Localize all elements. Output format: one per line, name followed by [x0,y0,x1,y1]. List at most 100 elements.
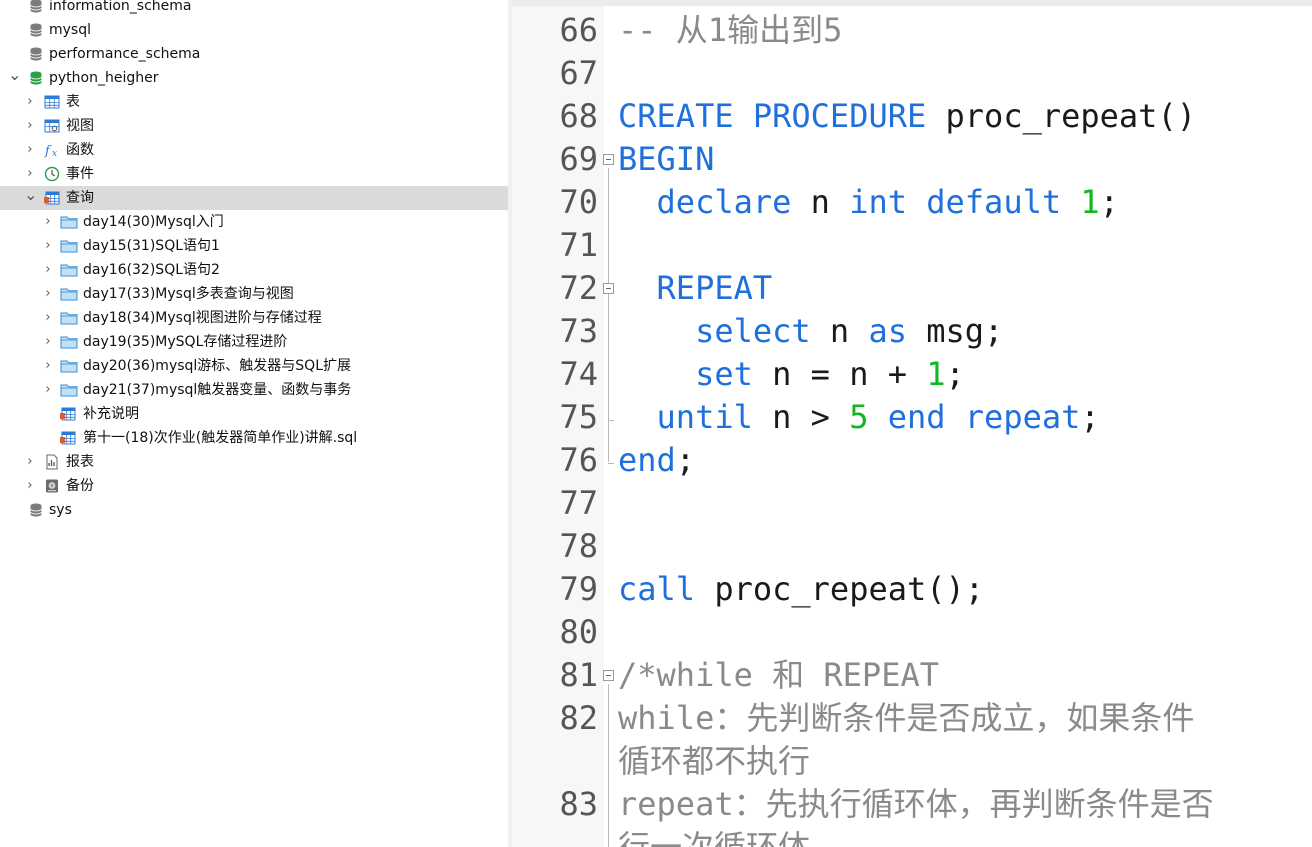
code-line[interactable]: REPEAT [618,267,773,310]
code-line[interactable]: 循环都不执行 [618,740,810,783]
line-number: 67 [559,54,598,92]
tree-item[interactable]: › day17(33)Mysql多表查询与视图 [0,282,508,306]
chevron-right-icon[interactable]: › [42,306,54,330]
sql-keyword: until [656,398,753,436]
chevron-right-icon[interactable]: › [42,330,54,354]
line-number: 66 [559,11,598,49]
chevron-right-icon[interactable]: › [42,378,54,402]
tree-item[interactable]: 第十一(18)次作业(触发器简单作业)讲解.sql [0,426,508,450]
navigator-tree[interactable]: information_schema mysql performance_schem… [0,0,508,847]
code-line[interactable]: /*while 和 REPEAT [618,654,939,697]
chevron-right-icon[interactable]: › [42,282,54,306]
chevron-right-icon[interactable]: › [42,210,54,234]
tree-item[interactable]: sys [0,498,508,522]
code-line[interactable]: declare n int default 1; [618,181,1119,224]
line-number: 71 [559,226,598,264]
tree-item[interactable]: › day15(31)SQL语句1 [0,234,508,258]
number-literal: 1 [1080,183,1100,221]
tree-item-label: day18(34)Mysql视图进阶与存储过程 [83,310,322,326]
code-line[interactable]: -- 从1输出到5 [618,9,842,52]
code-line[interactable]: 行一次循环体 [618,826,810,847]
folder-icon [60,214,78,230]
tree-item[interactable]: › 表 [0,90,508,114]
chevron-right-icon[interactable]: › [24,450,36,474]
tree-item[interactable]: mysql [0,18,508,42]
code-line[interactable]: BEGIN [618,138,714,181]
query-file-icon [60,406,76,422]
code-line[interactable]: select n as msg; [618,310,1003,353]
tree-item-label: day16(32)SQL语句2 [83,262,220,278]
report-icon [44,454,60,470]
tree-item[interactable]: ⌄ 查询 [0,186,508,210]
tree-item-label: day17(33)Mysql多表查询与视图 [83,286,294,302]
tree-item[interactable]: › day21(37)mysql触发器变量、函数与事务 [0,378,508,402]
tree-item-label: python_heigher [49,70,159,86]
chevron-right-icon[interactable]: › [24,138,36,162]
tree-item[interactable]: › 事件 [0,162,508,186]
tree-item-label: performance_schema [49,46,201,62]
number-literal: 1 [926,355,946,393]
chevron-right-icon[interactable]: › [24,162,36,186]
line-number: 77 [559,484,598,522]
line-number: 68 [559,97,598,135]
chevron-right-icon[interactable]: › [24,114,36,138]
code-token: proc_repeat() [926,97,1196,135]
tree-item-label: 备份 [66,478,94,494]
chevron-right-icon[interactable]: › [24,90,36,114]
sql-editor[interactable]: 66 -- 从1输出到5 67 68 CREATE PROCEDURE proc_rep… [512,0,1312,847]
tree-item[interactable]: › day20(36)mysql游标、触发器与SQL扩展 [0,354,508,378]
comment-text: repeat：先执行循环体，再判断条件是否 [618,785,1214,823]
tree-item-label: 表 [66,94,80,110]
fold-toggle-icon[interactable] [603,283,614,294]
code-line[interactable]: until n > 5 end repeat; [618,396,1100,439]
code-line[interactable]: while：先判断条件是否成立，如果条件 [618,697,1194,740]
code-line[interactable]: repeat：先执行循环体，再判断条件是否 [618,783,1214,826]
folder-icon [60,382,78,398]
line-number: 76 [559,441,598,479]
fold-toggle-icon[interactable] [603,670,614,681]
tree-item[interactable]: › f x 函数 [0,138,508,162]
sql-keyword: call [618,570,696,608]
line-number: 81 [559,656,598,694]
code-token: ; [945,355,965,393]
chevron-right-icon[interactable]: › [42,234,54,258]
sql-keyword: declare [656,183,792,221]
code-line[interactable]: CREATE PROCEDURE proc_repeat() [618,95,1196,138]
folder-icon [60,238,78,254]
tree-item-label: 第十一(18)次作业(触发器简单作业)讲解.sql [83,430,358,446]
line-number: 75 [559,398,598,436]
chevron-right-icon[interactable]: › [24,474,36,498]
tree-item[interactable]: › 备份 [0,474,508,498]
tree-item[interactable]: › 视图 [0,114,508,138]
tree-item[interactable]: › day19(35)MySQL存储过程进阶 [0,330,508,354]
tree-item[interactable]: › 报表 [0,450,508,474]
tree-item[interactable]: › day18(34)Mysql视图进阶与存储过程 [0,306,508,330]
tree-item[interactable]: ⌄ python_heigher [0,66,508,90]
code-line[interactable]: set n = n + 1; [618,353,965,396]
chevron-down-icon[interactable]: ⌄ [24,186,37,210]
tree-item[interactable]: information_schema [0,0,508,18]
code-token: n [810,312,869,350]
function-icon: fx [44,142,60,159]
backup-icon [44,478,60,494]
tree-item[interactable]: performance_schema [0,42,508,66]
chevron-right-icon[interactable]: › [42,258,54,282]
chevron-right-icon[interactable]: › [42,354,54,378]
tree-item[interactable]: › day16(32)SQL语句2 [0,258,508,282]
code-token: n [791,183,850,221]
code-line[interactable]: call proc_repeat(); [618,568,984,611]
fold-toggle-icon[interactable] [603,154,614,165]
tree-item[interactable]: 补充说明 [0,402,508,426]
database-icon [28,46,44,62]
code-line[interactable]: end; [618,439,695,482]
chevron-down-icon[interactable]: ⌄ [8,66,21,90]
tree-item[interactable]: › day14(30)Mysql入门 [0,210,508,234]
comment-text: -- 从1输出到5 [618,11,843,49]
sql-keyword: set [695,355,753,393]
